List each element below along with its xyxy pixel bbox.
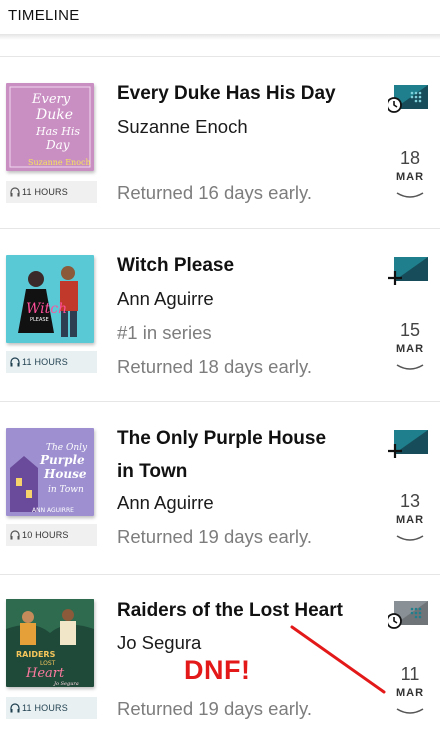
cover-text: RAIDERS [16,650,56,659]
date-month: MAR [395,343,425,355]
book-title[interactable]: Raiders of the Lost Heart [117,594,367,627]
date-day: 13 [399,491,421,511]
cover-text: House [43,467,87,481]
return-date: 11 MAR [390,663,430,700]
cover-text: Has His [35,125,80,138]
date-month: MAR [395,514,425,526]
cover-text: Purple [39,453,85,467]
book-title-line: The Only Purple House [117,428,327,449]
duration-badge: 10 HOURS [6,524,97,546]
duration-badge: 11 HOURS [6,351,97,373]
page-title: TIMELINE [8,7,80,24]
add-badge-icon[interactable] [388,253,428,285]
return-status: Returned 16 days early. [117,182,313,203]
headphones-icon [10,703,20,713]
cover-text: Day [45,138,70,152]
book-title[interactable]: The Only Purple House in Town [117,422,367,488]
book-cover[interactable]: Every Duke Has His Day Suzanne Enoch [6,83,94,171]
timeline-header: TIMELINE [0,0,440,40]
book-cover[interactable]: RAIDERS LOST Heart Jo Segura [6,599,94,687]
return-date: 13 MAR [390,490,430,527]
add-badge-icon[interactable] [388,426,428,458]
return-status: Returned 19 days early. [117,698,313,719]
return-date: 18 MAR [390,147,430,184]
book-title[interactable]: Every Duke Has His Day [117,77,367,110]
cover-text: Duke [35,107,73,123]
duration-text: 10 HOURS [22,530,69,540]
date-day: 18 [399,148,421,168]
book-cover[interactable]: Witch PLEASE [6,255,94,343]
cover-text: The Only [46,443,88,453]
cover-text: Every [31,92,71,107]
book-author[interactable]: Ann Aguirre [117,287,214,311]
duration-badge: 11 HOURS [6,181,97,203]
return-date: 15 MAR [390,319,430,356]
headphones-icon [10,357,20,367]
timeline-entry[interactable]: Every Duke Has His Day Suzanne Enoch 11 … [0,56,440,229]
cover-text: Witch [26,301,67,317]
duration-text: 11 HOURS [22,187,68,197]
cover-text: in Town [48,485,84,495]
clock-badge-icon[interactable] [386,81,428,113]
return-status: Returned 18 days early. [117,356,313,377]
dnf-annotation: DNF! [184,655,251,685]
duration-badge: 11 HOURS [6,697,97,719]
book-author[interactable]: Suzanne Enoch [117,115,248,139]
book-author[interactable]: Jo Segura [117,631,201,655]
header-divider [0,34,440,40]
headphones-icon [10,530,20,540]
chevron-down-icon[interactable] [396,363,424,373]
date-month: MAR [395,687,425,699]
date-month: MAR [395,171,425,183]
cover-text: ANN AGUIRRE [32,507,74,514]
cover-text: Jo Segura [53,681,79,687]
date-day: 11 [400,664,420,684]
book-author[interactable]: Ann Aguirre [117,491,214,515]
series-info[interactable]: #1 in series [117,321,212,345]
headphones-icon [10,187,20,197]
chevron-down-icon[interactable] [396,534,424,544]
book-title[interactable]: Witch Please [117,249,367,282]
duration-text: 11 HOURS [22,357,68,367]
duration-text: 11 HOURS [22,703,68,713]
book-cover[interactable]: The Only Purple House in Town ANN AGUIRR… [6,428,94,516]
cover-text: PLEASE [30,317,49,323]
cover-text: Heart [25,666,65,681]
cover-text: Suzanne Enoch [28,158,91,167]
book-title-line: in Town [117,461,188,482]
timeline-entry[interactable]: The Only Purple House in Town ANN AGUIRR… [0,402,440,575]
chevron-down-icon[interactable] [396,191,424,201]
clock-badge-icon[interactable] [386,597,428,629]
date-day: 15 [399,320,421,340]
timeline-entry[interactable]: Witch PLEASE 11 HOURS Witch Please Ann A… [0,229,440,402]
return-status: Returned 19 days early. [117,526,313,547]
chevron-down-icon[interactable] [396,707,424,717]
